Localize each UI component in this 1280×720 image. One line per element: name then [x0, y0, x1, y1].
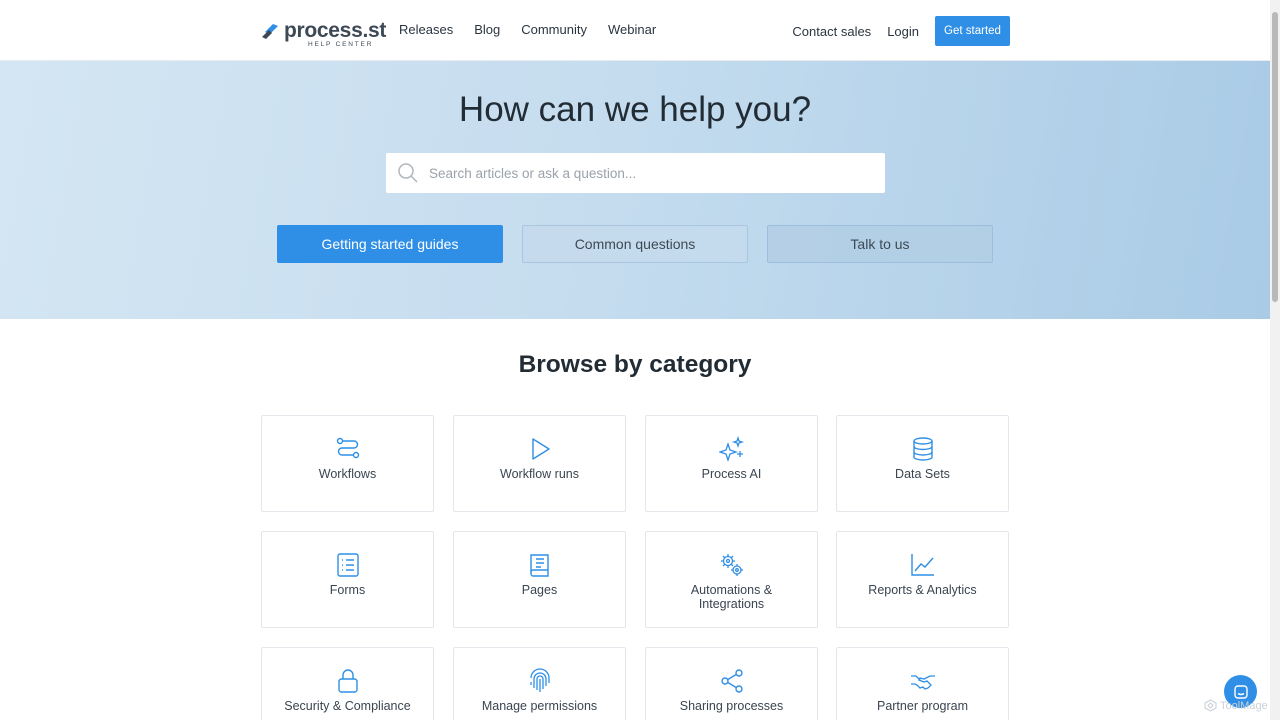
share-icon	[720, 669, 743, 693]
getting-started-guides-button[interactable]: Getting started guides	[277, 225, 503, 263]
category-label: Process AI	[701, 467, 762, 481]
gears-icon	[720, 554, 743, 576]
nav-blog[interactable]: Blog	[474, 22, 500, 37]
get-started-button[interactable]: Get started	[935, 16, 1010, 46]
category-card-data-sets[interactable]: Data Sets	[836, 415, 1009, 512]
site-header: process.st HELP CENTER Releases Blog Com…	[0, 0, 1270, 61]
watermark-logo-icon	[1204, 699, 1217, 712]
nav-community[interactable]: Community	[521, 22, 587, 37]
category-label: Sharing processes	[679, 699, 784, 713]
category-card-security-compliance[interactable]: Security & Compliance	[261, 647, 434, 720]
logo-icon	[262, 24, 278, 39]
logo-word: process.st	[284, 19, 387, 42]
category-label: Pages	[521, 583, 558, 597]
common-questions-button[interactable]: Common questions	[522, 225, 748, 263]
hero-title: How can we help you?	[458, 90, 812, 129]
category-card-process-ai[interactable]: Process AI	[645, 415, 818, 512]
category-label: Partner program	[876, 699, 968, 713]
form-list-icon	[336, 553, 359, 577]
category-card-reports-analytics[interactable]: Reports & Analytics	[836, 531, 1009, 628]
sparkles-icon	[718, 436, 744, 462]
lock-icon	[337, 669, 358, 693]
category-card-forms[interactable]: Forms	[261, 531, 434, 628]
search-box[interactable]	[386, 153, 885, 193]
category-card-automations-integrations[interactable]: Automations & Integrations	[645, 531, 818, 628]
header-actions: Contact sales Login Get started	[792, 16, 1010, 46]
nav-webinar[interactable]: Webinar	[608, 22, 656, 37]
book-icon	[529, 554, 549, 577]
category-card-pages[interactable]: Pages	[453, 531, 626, 628]
main-nav: Releases Blog Community Webinar	[399, 22, 677, 37]
category-label: Data Sets	[895, 467, 950, 481]
workflow-icon	[336, 437, 359, 459]
category-label: Forms	[329, 583, 366, 597]
search-input[interactable]	[429, 165, 849, 181]
watermark: ToolMage	[1204, 699, 1268, 712]
category-label: Manage permissions	[481, 699, 598, 713]
nav-releases[interactable]: Releases	[399, 22, 453, 37]
category-label: Workflow runs	[500, 467, 579, 481]
search-icon	[398, 163, 418, 183]
login-link[interactable]: Login	[887, 24, 919, 39]
contact-sales-link[interactable]: Contact sales	[792, 24, 871, 39]
category-label: Reports & Analytics	[868, 583, 977, 597]
play-icon	[531, 438, 550, 460]
category-label: Automations & Integrations	[690, 583, 773, 611]
logo[interactable]: process.st HELP CENTER	[261, 19, 387, 48]
category-card-partner-program[interactable]: Partner program	[836, 647, 1009, 720]
category-card-manage-permissions[interactable]: Manage permissions	[453, 647, 626, 720]
category-card-workflows[interactable]: Workflows	[261, 415, 434, 512]
watermark-text: ToolMage	[1220, 699, 1268, 712]
category-label: Security & Compliance	[284, 699, 411, 713]
chat-icon	[1233, 684, 1248, 699]
scrollbar-thumb[interactable]	[1272, 12, 1278, 302]
database-icon	[912, 437, 933, 461]
fingerprint-icon	[529, 668, 550, 692]
browse-title: Browse by category	[518, 351, 752, 378]
category-label: Workflows	[318, 467, 377, 481]
logo-subtitle: HELP CENTER	[308, 41, 374, 48]
line-chart-icon	[910, 554, 934, 576]
page-scrollbar[interactable]	[1270, 0, 1280, 720]
hero-section: How can we help you? Getting started gui…	[0, 61, 1270, 319]
category-card-sharing-processes[interactable]: Sharing processes	[645, 647, 818, 720]
category-card-workflow-runs[interactable]: Workflow runs	[453, 415, 626, 512]
talk-to-us-button[interactable]: Talk to us	[767, 225, 993, 263]
handshake-icon	[910, 675, 935, 690]
